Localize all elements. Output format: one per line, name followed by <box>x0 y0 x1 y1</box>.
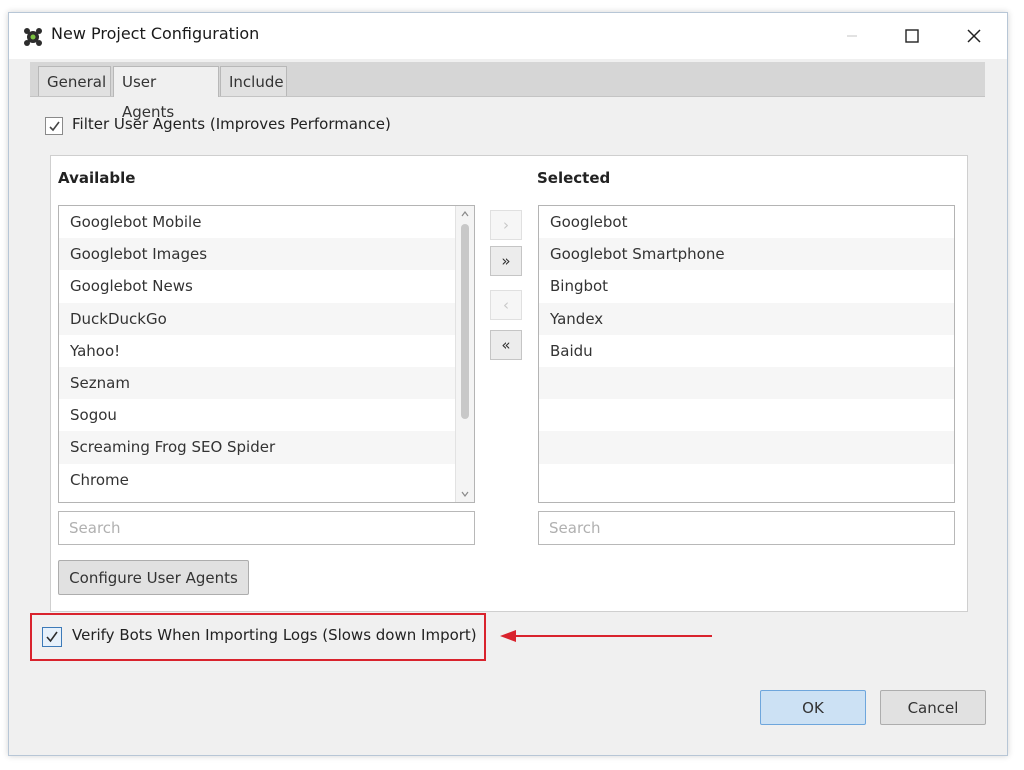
scroll-thumb[interactable] <box>461 224 469 419</box>
list-item[interactable]: Googlebot Mobile <box>59 206 467 238</box>
list-item[interactable]: Seznam <box>59 366 467 400</box>
list-item[interactable]: Googlebot Images <box>59 238 467 271</box>
empty-row <box>539 366 954 400</box>
title-bar: New Project Configuration <box>9 13 1007 59</box>
maximize-icon[interactable] <box>889 19 935 53</box>
list-item[interactable]: Chrome <box>59 464 467 496</box>
list-item[interactable]: Googlebot Smartphone <box>539 238 954 271</box>
available-search-input[interactable] <box>58 511 475 545</box>
selected-heading: Selected <box>537 169 611 187</box>
list-item[interactable]: Googlebot <box>539 206 954 238</box>
tab-strip: General User Agents Include <box>30 62 985 121</box>
available-list[interactable]: Googlebot Mobile Googlebot Images Google… <box>58 205 475 503</box>
tab-user-agents[interactable]: User Agents <box>113 66 219 121</box>
close-icon[interactable] <box>951 19 997 53</box>
available-scrollbar[interactable] <box>455 206 474 502</box>
add-selected-button[interactable]: › <box>490 210 522 240</box>
configure-user-agents-button[interactable]: Configure User Agents <box>58 560 249 595</box>
annotation-arrow-icon <box>500 630 712 642</box>
empty-row <box>539 399 954 431</box>
list-item[interactable]: Screaming Frog SEO Spider <box>59 431 467 464</box>
empty-row <box>539 431 954 464</box>
add-all-button[interactable]: » <box>490 246 522 276</box>
list-item[interactable]: Baidu <box>539 335 954 367</box>
list-item[interactable]: Yandex <box>539 302 954 335</box>
list-item[interactable]: Googlebot News <box>59 270 467 302</box>
scroll-down-icon[interactable] <box>456 486 474 502</box>
tab-general[interactable]: General <box>38 66 111 96</box>
verify-bots-checkbox[interactable] <box>42 627 62 647</box>
empty-row <box>539 464 954 496</box>
list-item[interactable]: Yahoo! <box>59 335 467 367</box>
available-heading: Available <box>58 169 136 187</box>
checkmark-icon <box>46 631 58 643</box>
ok-button[interactable]: OK <box>760 690 866 725</box>
filter-user-agents-checkbox[interactable] <box>45 117 63 135</box>
frog-app-icon <box>24 28 42 46</box>
remove-selected-button[interactable]: ‹ <box>490 290 522 320</box>
scroll-up-icon[interactable] <box>456 206 474 222</box>
checkmark-icon <box>48 121 60 131</box>
selected-list[interactable]: Googlebot Googlebot Smartphone Bingbot Y… <box>538 205 955 503</box>
minimize-icon[interactable] <box>829 19 875 53</box>
list-item[interactable]: Sogou <box>59 399 467 431</box>
verify-bots-label: Verify Bots When Importing Logs (Slows d… <box>72 626 477 644</box>
filter-user-agents-label: Filter User Agents (Improves Performance… <box>72 115 391 133</box>
selected-search-input[interactable] <box>538 511 955 545</box>
tab-include[interactable]: Include <box>220 66 287 96</box>
cancel-button[interactable]: Cancel <box>880 690 986 725</box>
list-item[interactable]: DuckDuckGo <box>59 302 467 335</box>
list-item[interactable]: Bingbot <box>539 270 954 302</box>
window-title: New Project Configuration <box>51 24 260 43</box>
remove-all-button[interactable]: « <box>490 330 522 360</box>
